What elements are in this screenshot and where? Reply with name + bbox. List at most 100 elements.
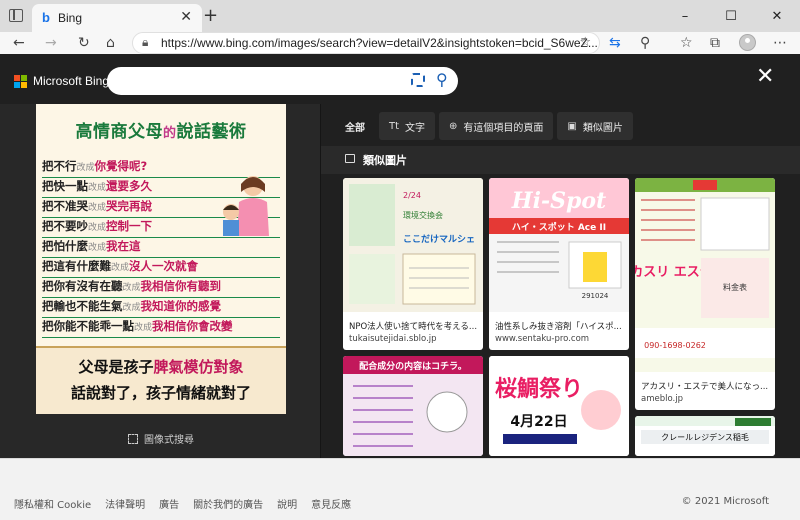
visual-search-button[interactable]: 圖像式搜尋 [128, 431, 194, 446]
window-close-button[interactable]: ✕ [754, 0, 800, 32]
footer-link-advertise[interactable]: 廣告 [159, 496, 179, 511]
result-caption: NPO法人使い捨て時代を考える... [349, 322, 477, 332]
window-controls: – ☐ ✕ [662, 0, 800, 32]
collections-icon[interactable]: ⧉ [710, 33, 720, 53]
tab-similar-images[interactable]: ▣ 類似圖片 [557, 112, 633, 140]
microsoft-bing-logo[interactable]: Microsoft Bing [14, 74, 109, 88]
visual-search-label: 圖像式搜尋 [144, 435, 194, 446]
footer-links: 隱私權和 Cookie 法律聲明 廣告 關於我們的廣告 說明 意見反應 [14, 496, 365, 511]
svg-text:4月22日: 4月22日 [510, 414, 567, 430]
search-icon[interactable]: ⚲ [436, 70, 448, 89]
poster-line: 把這有什麼難改成沒人一次就會 [42, 258, 280, 278]
image-icon: ▣ [567, 120, 577, 132]
close-detail-button[interactable]: ✕ [756, 64, 774, 89]
result-source: ameblo.jp [641, 394, 683, 404]
preview-image[interactable]: 高情商父母的說話藝術 把不行改成你覺得呢? 把快一點改成還要多久 把不准哭改成哭完再… [36, 104, 286, 414]
tab-all[interactable]: 全部 [335, 112, 375, 140]
refresh-icon[interactable]: ↻ [78, 33, 90, 53]
footer-link-help[interactable]: 說明 [277, 496, 297, 511]
home-icon[interactable]: ⌂ [106, 33, 115, 53]
favorites-icon[interactable]: ☆ [680, 33, 693, 53]
visual-search-icon [128, 433, 138, 444]
parent-child-illustration [223, 176, 269, 236]
result-thumbnail: アカスリ エステ 料金表 090-1698-0262 [635, 178, 775, 372]
result-thumbnail: 配合成分の内容はコチラ。 [343, 356, 483, 456]
result-caption: アカスリ・エステで美人になっ... [641, 382, 769, 392]
footer-link-about-ads[interactable]: 關於我們的廣告 [193, 496, 263, 511]
footer-link-privacy[interactable]: 隱私權和 Cookie [14, 496, 91, 511]
browser-window: b Bing ✕ + – ☐ ✕ ← → ↻ ⌂ 🔒︎ https://www.… [0, 0, 800, 520]
result-source: www.sentaku-pro.com [495, 334, 590, 344]
poster-line: 把你能不能乖一點改成我相信你會改變 [42, 318, 280, 338]
image-icon [345, 154, 355, 163]
search-box[interactable]: ⚲ [107, 67, 458, 95]
copyright: © 2021 Microsoft [681, 496, 769, 507]
minimize-button[interactable]: – [662, 0, 708, 32]
section-title: 類似圖片 [363, 154, 407, 167]
extension-icon[interactable]: ⚲ [640, 33, 650, 53]
back-icon[interactable]: ← [13, 33, 25, 53]
text-icon: Tt [389, 120, 400, 132]
maximize-button[interactable]: ☐ [708, 0, 754, 32]
footer-link-feedback[interactable]: 意見反應 [311, 496, 351, 511]
navigation-bar: ← → ↻ ⌂ 🔒︎ https://www.bing.com/images/s… [0, 32, 800, 54]
pages-icon: ⊕ [449, 120, 458, 132]
svg-text:090-1698-0262: 090-1698-0262 [644, 341, 706, 350]
forward-icon[interactable]: → [45, 33, 57, 53]
result-card[interactable]: アカスリ エステ 料金表 090-1698-0262 アカスリ・エステで美人にな… [635, 178, 775, 410]
bing-favicon-icon: b [42, 10, 50, 25]
result-source: tukaisutejidai.sblo.jp [349, 334, 437, 344]
result-card[interactable]: クレールレジデンス稲毛 [635, 416, 775, 456]
svg-text:ここだけマルシェ: ここだけマルシェ [403, 234, 475, 245]
svg-text:291024: 291024 [582, 292, 609, 300]
svg-text:配合成分の内容はコチラ。: 配合成分の内容はコチラ。 [359, 360, 467, 372]
result-thumbnail: クレールレジデンス稲毛 [635, 416, 775, 456]
tab-strip: b Bing ✕ + – ☐ ✕ [0, 0, 800, 32]
svg-text:2/24: 2/24 [403, 191, 421, 200]
tab-text[interactable]: Tt 文字 [379, 112, 436, 140]
preview-pane: 高情商父母的說話藝術 把不行改成你覺得呢? 把快一點改成還要多久 把不准哭改成哭完再… [0, 104, 320, 458]
result-card[interactable]: 2/24 環境交換会 ここだけマルシェ NPO法人使い捨て時代を考える... t… [343, 178, 483, 350]
tab-close-icon[interactable]: ✕ [180, 9, 192, 25]
result-card[interactable]: 配合成分の内容はコチラ。 [343, 356, 483, 456]
page-footer: 隱私權和 Cookie 法律聲明 廣告 關於我們的廣告 說明 意見反應 © 20… [0, 458, 800, 520]
svg-text:ハイ・スポット Ace II: ハイ・スポット Ace II [512, 221, 606, 233]
visual-search-camera-icon[interactable] [411, 73, 425, 87]
bing-header: Microsoft Bing ⚲ ✕ [0, 54, 800, 104]
svg-text:環境交換会: 環境交換会 [403, 210, 443, 220]
result-tabs: 全部 Tt 文字 ⊕ 有這個項目的頁面 ▣ 類似圖片 [335, 112, 637, 140]
brand-text: Microsoft Bing [33, 74, 110, 88]
result-thumbnail: 桜鯛祭り 4月22日 [489, 356, 629, 456]
microsoft-logo-icon [14, 74, 27, 88]
svg-text:料金表: 料金表 [723, 282, 747, 292]
translate-icon[interactable]: ⇆ [609, 33, 621, 53]
poster-footer-line-1: 父母是孩子脾氣模仿對象 [78, 358, 244, 376]
tab-actions-icon[interactable] [9, 9, 23, 22]
results-pane: 全部 Tt 文字 ⊕ 有這個項目的頁面 ▣ 類似圖片 類似圖片 2/24 環境交… [321, 104, 800, 458]
similar-images-header: 類似圖片 [321, 146, 800, 174]
footer-link-legal[interactable]: 法律聲明 [105, 496, 145, 511]
more-icon[interactable]: ⋯ [773, 33, 787, 53]
lock-icon[interactable]: 🔒︎ [142, 35, 148, 50]
address-bar[interactable]: 🔒︎ https://www.bing.com/images/search?vi… [132, 32, 600, 54]
poster-footer-panel: 父母是孩子脾氣模仿對象 話說對了，孩子情緒就對了 [36, 346, 286, 414]
favorite-star-icon[interactable]: ☆ [579, 35, 591, 50]
svg-text:Hi-Spot: Hi-Spot [511, 188, 606, 214]
poster-line: 把怕什麼改成我在這 [42, 238, 280, 258]
result-caption: 油性系しみ抜き溶剤「ハイスポ... [495, 322, 622, 332]
url-text[interactable]: https://www.bing.com/images/search?view=… [161, 36, 598, 50]
poster-line: 把你有沒有在聽改成我相信你有聽到 [42, 278, 280, 298]
tab-pages-with-image[interactable]: ⊕ 有這個項目的頁面 [439, 112, 554, 140]
browser-tab[interactable]: b Bing ✕ [32, 4, 202, 32]
poster-title: 高情商父母的說話藝術 [75, 122, 247, 142]
tab-title: Bing [58, 11, 83, 25]
result-thumbnail: 2/24 環境交換会 ここだけマルシェ [343, 178, 483, 312]
profile-avatar[interactable] [739, 34, 756, 51]
poster-line: 把輸也不能生氣改成我知道你的感覺 [42, 298, 280, 318]
result-card[interactable]: 桜鯛祭り 4月22日 [489, 356, 629, 456]
result-thumbnail: Hi-Spot ハイ・スポット Ace II 291024 [489, 178, 629, 312]
result-card[interactable]: Hi-Spot ハイ・スポット Ace II 291024 油性系しみ抜き溶剤「… [489, 178, 629, 350]
svg-text:クレールレジデンス稲毛: クレールレジデンス稲毛 [661, 432, 749, 442]
svg-text:桜鯛祭り: 桜鯛祭り [495, 376, 583, 402]
new-tab-button[interactable]: + [203, 5, 218, 26]
